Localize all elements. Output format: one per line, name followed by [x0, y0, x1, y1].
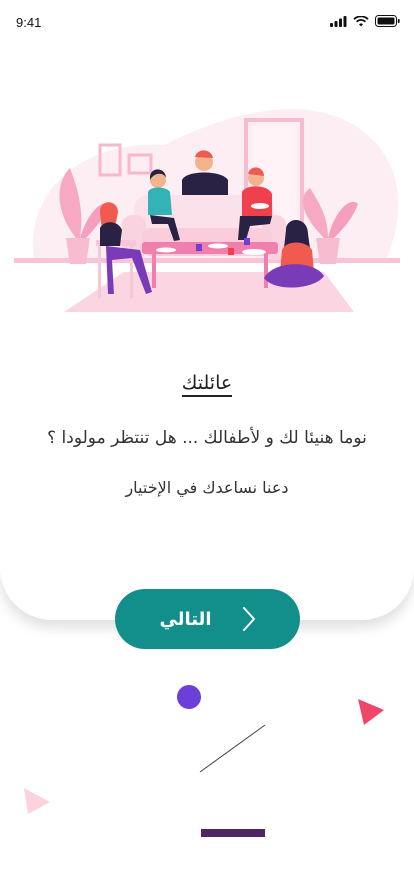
- light-pink-triangle-decoration: [24, 788, 50, 814]
- status-time: 9:41: [16, 15, 42, 30]
- battery-icon: [375, 15, 400, 27]
- line-decoration: [199, 724, 266, 773]
- onboarding-description-line2: دعنا نساعدك في الإختيار: [125, 478, 289, 497]
- family-illustration: [14, 109, 400, 312]
- status-icons: [330, 15, 400, 27]
- progress-bar-decoration: [201, 829, 265, 837]
- wifi-icon: [353, 15, 369, 26]
- next-button[interactable]: التالي: [115, 589, 300, 649]
- purple-circle-decoration: [177, 685, 201, 709]
- pink-triangle-decoration: [358, 699, 384, 725]
- next-button-label: التالي: [159, 608, 212, 630]
- signal-icon: [330, 15, 347, 27]
- onboarding-description-line1: نوما هنيئا لك و لأطفالك ... هل تنتظر مول…: [47, 428, 367, 448]
- status-bar: 9:41: [0, 0, 414, 46]
- chevron-right-icon: [242, 607, 255, 631]
- onboarding-title: عائلتك: [0, 372, 414, 397]
